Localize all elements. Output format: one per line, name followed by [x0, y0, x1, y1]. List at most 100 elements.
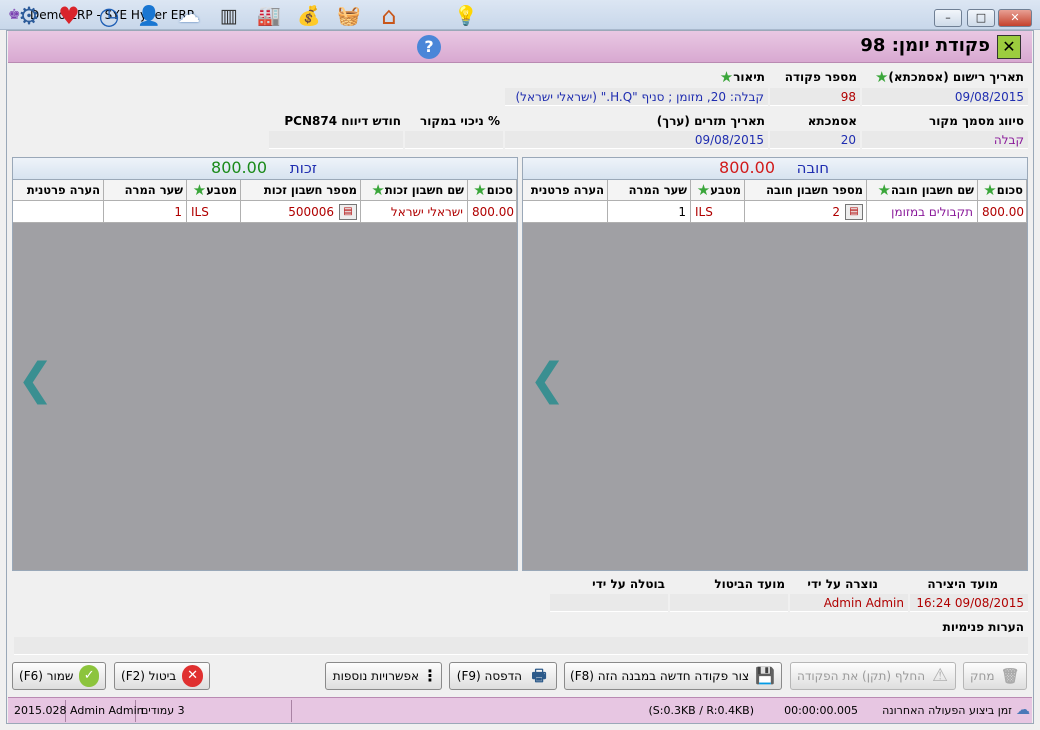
report-month-label: חודש דיווח PCN874: [284, 114, 401, 128]
chevron-left-icon[interactable]: ❮: [529, 358, 566, 402]
debit-col-rate: שער המרה: [608, 180, 691, 201]
debit-col-amount: סכום★: [978, 180, 1027, 201]
save-button[interactable]: ✓ שמור (F6): [12, 662, 106, 690]
description-field[interactable]: קבלה: 20, מזומן ; סניף "H.Q." (ישראלי יש…: [505, 88, 768, 106]
current-user: Admin Admin: [70, 704, 144, 717]
money-icon[interactable]: 💰: [297, 4, 321, 28]
created-by-field: Admin Admin: [790, 594, 908, 612]
debit-col-note: הערה פרטנית: [523, 180, 608, 201]
maximize-button[interactable]: □: [967, 9, 995, 27]
debit-cell-account-no[interactable]: 2 ▤: [745, 201, 867, 223]
withholding-label: % ניכוי במקור: [420, 114, 500, 128]
debit-panel: חובה 800.00 סכום★ שם חשבון חובה★ מספר חש…: [522, 157, 1028, 571]
debit-col-account-name: שם חשבון חובה★: [867, 180, 978, 201]
reference-field[interactable]: 20: [770, 131, 860, 149]
credit-cell-amount[interactable]: 800.00: [468, 201, 517, 223]
warning-icon: ⚠: [931, 665, 949, 686]
debit-title: חובה: [796, 159, 829, 177]
credit-panel: זכות 800.00 סכום★ שם חשבון זכות★ מספר חש…: [12, 157, 518, 571]
home-icon[interactable]: ⌂: [377, 4, 401, 28]
reference-label: אסמכתא: [807, 114, 857, 128]
more-options-button[interactable]: ⋮ אפשרויות נוספות: [325, 662, 442, 690]
close-window-button[interactable]: ✕: [998, 9, 1032, 27]
debit-cell-currency[interactable]: ILS: [691, 201, 745, 223]
internal-notes-field[interactable]: [14, 637, 1028, 655]
credit-cell-currency[interactable]: ILS: [187, 201, 241, 223]
report-month-field[interactable]: [269, 131, 403, 149]
credit-title: זכות: [289, 159, 317, 177]
internal-notes-label: הערות פנימיות: [942, 620, 1024, 634]
factory-icon[interactable]: 🏭: [257, 4, 281, 28]
debit-header: חובה 800.00: [523, 158, 1027, 180]
order-no-field: 98: [770, 88, 860, 106]
credit-cell-account-name[interactable]: ישראלי ישראל: [361, 201, 468, 223]
debit-col-currency: מטבע★: [691, 180, 745, 201]
app-version: 2015.028: [14, 704, 67, 717]
chevron-left-icon[interactable]: ❮: [17, 358, 54, 402]
pages-count: 3 עמודים: [141, 704, 185, 717]
trash-icon: 🗑: [1000, 667, 1020, 685]
reg-date-field[interactable]: 09/08/2015: [862, 88, 1028, 106]
account-lookup-icon[interactable]: ▤: [339, 204, 357, 220]
credit-cell-rate[interactable]: 1: [104, 201, 187, 223]
status-bar: ☁ זמן ביצוע הפעולה האחרונה 00:00:00.005 …: [8, 697, 1032, 723]
minimize-button[interactable]: –: [934, 9, 962, 27]
clock-icon[interactable]: ◷: [97, 4, 121, 28]
debit-cell-note[interactable]: [523, 201, 608, 223]
basket-icon[interactable]: 🧺: [337, 4, 361, 28]
debit-col-account-no: מספר חשבון חובה: [745, 180, 867, 201]
checkmark-icon: ✓: [79, 665, 99, 687]
value-date-field[interactable]: 09/08/2015: [505, 131, 768, 149]
credit-total: 800.00: [211, 158, 267, 177]
data-size: (S:0.3KB / R:0.4KB): [648, 704, 755, 717]
value-date-label: תאריך תזרים (ערך): [656, 114, 765, 128]
reg-date-label: תאריך רישום (אסמכתא)★: [874, 68, 1024, 86]
lightbulb-icon[interactable]: 💡: [454, 4, 478, 28]
required-star-icon: ★: [874, 68, 889, 86]
withholding-field[interactable]: [405, 131, 503, 149]
account-lookup-icon[interactable]: ▤: [845, 204, 863, 220]
credit-cell-account-no[interactable]: 500006 ▤: [241, 201, 361, 223]
printer-icon: 🖶: [531, 666, 547, 685]
barcode-icon[interactable]: ▥: [217, 4, 241, 28]
cancel-icon: ✕: [182, 665, 203, 687]
replace-order-button[interactable]: ⚠ החלף (תקן) את הפקודה: [790, 662, 956, 690]
order-no-label: מספר פקודה: [784, 70, 857, 84]
user-icon[interactable]: 👤: [137, 4, 161, 28]
page-title: פקודת יומן: 98: [860, 35, 990, 56]
elapsed-time: 00:00:00.005: [784, 704, 858, 717]
debit-cell-amount[interactable]: 800.00: [978, 201, 1027, 223]
created-at-field: 09/08/2015 16:24: [910, 594, 1028, 612]
cancel-at-label: מועד הביטול: [714, 577, 785, 591]
required-star-icon: ★: [719, 68, 734, 86]
debit-total: 800.00: [719, 158, 775, 177]
print-button[interactable]: 🖶 הדפסה (F9): [449, 662, 557, 690]
description-label: תיאור★: [719, 68, 765, 86]
cancel-button[interactable]: ✕ ביטול (F2): [114, 662, 210, 690]
created-by-label: נוצרה על ידי: [807, 577, 878, 591]
cloud-icon[interactable]: ☁: [177, 4, 201, 28]
close-document-button[interactable]: ✕: [997, 35, 1021, 59]
source-class-field: קבלה: [862, 131, 1028, 149]
credit-col-rate: שער המרה: [104, 180, 187, 201]
gear-icon[interactable]: ⚙: [17, 4, 41, 28]
credit-col-account-no: מספר חשבון זכות: [241, 180, 361, 201]
cancel-at-field: [670, 594, 788, 612]
floppy-icon: 💾: [755, 666, 775, 685]
create-new-button[interactable]: 💾 צור פקודה חדשה במבנה הזה (F8): [564, 662, 782, 690]
last-action-label: זמן ביצוע הפעולה האחרונה: [882, 704, 1012, 717]
heart-icon[interactable]: ♥: [57, 4, 81, 28]
source-class-label: סיווג מסמך מקור: [929, 114, 1024, 128]
cancel-by-label: בוטלה על ידי: [592, 577, 665, 591]
debit-cell-account-name[interactable]: תקבולים במזומן: [867, 201, 978, 223]
delete-button[interactable]: 🗑 מחק: [963, 662, 1027, 690]
credit-col-amount: סכום★: [468, 180, 517, 201]
help-icon[interactable]: ?: [417, 35, 441, 59]
credit-col-currency: מטבע★: [187, 180, 241, 201]
debit-cell-rate[interactable]: 1: [608, 201, 691, 223]
credit-header: זכות 800.00: [13, 158, 517, 180]
credit-cell-note[interactable]: [13, 201, 104, 223]
cancel-by-field: [550, 594, 668, 612]
credit-col-note: הערה פרטנית: [13, 180, 104, 201]
cloud-status-icon: ☁: [1016, 702, 1030, 718]
